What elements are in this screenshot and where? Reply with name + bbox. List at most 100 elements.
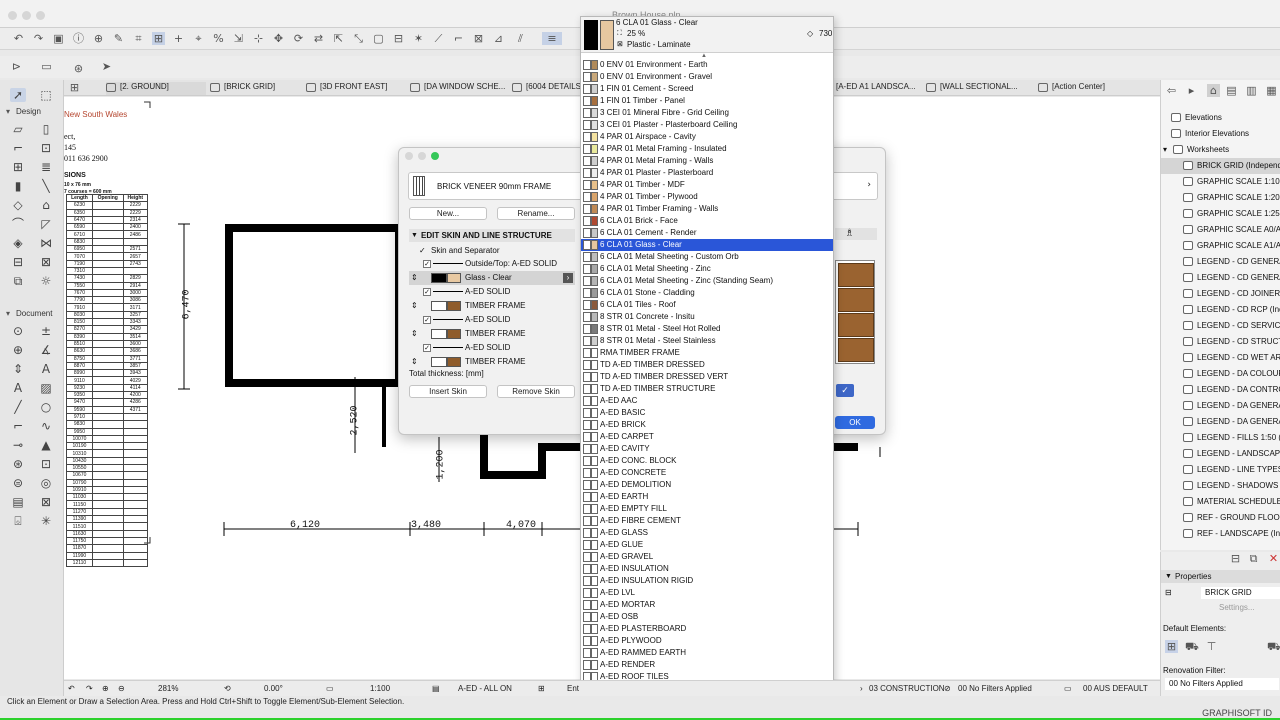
surface-menu-item[interactable]: TD A-ED TIMBER DRESSED xyxy=(581,359,833,371)
rotate-icon[interactable]: ⟳ xyxy=(292,32,305,45)
surface-menu-item[interactable]: 6 CLA 01 Brick - Face xyxy=(581,215,833,227)
navigator-item[interactable]: LEGEND - DA GENERA xyxy=(1161,414,1280,430)
level-dimension-tool[interactable]: ± xyxy=(38,324,54,338)
drag-handle-icon[interactable]: ⇕ xyxy=(411,355,418,369)
resize-icon[interactable]: ▢ xyxy=(372,32,385,45)
navigator-item[interactable]: ▾ Worksheets xyxy=(1161,142,1280,158)
window-tool[interactable]: ⊡ xyxy=(38,141,54,155)
wall-tool[interactable]: ▱ xyxy=(10,122,26,136)
surface-menu-item[interactable]: 4 PAR 01 Metal Framing - Insulated xyxy=(581,143,833,155)
railing-tool[interactable]: ⧉ xyxy=(10,274,26,288)
properties-header[interactable]: ▼ Properties xyxy=(1161,570,1280,583)
surface-menu-item[interactable]: 1 FIN 01 Cement - Screed xyxy=(581,83,833,95)
undo-icon[interactable]: ↶ xyxy=(12,32,25,45)
tab-3d-front-east[interactable]: [3D FRONT EAST] xyxy=(306,82,406,95)
detail-tool[interactable]: ▤ xyxy=(10,495,26,509)
navigator-item[interactable]: LEGEND - CD GENERA xyxy=(1161,254,1280,270)
figure-tool[interactable]: ▲ xyxy=(38,438,54,452)
surface-menu-item[interactable]: A-ED CONC. BLOCK xyxy=(581,455,833,467)
shell-tool[interactable]: ⌒ xyxy=(10,217,26,231)
layout-book-icon[interactable]: ▥ xyxy=(1245,84,1258,97)
surface-menu-item[interactable]: A-ED BASIC xyxy=(581,407,833,419)
column-tool[interactable]: ▯ xyxy=(38,122,54,136)
worksheet-tool[interactable]: ◎ xyxy=(38,476,54,490)
curtain-wall-tool[interactable]: ⊞ xyxy=(10,160,26,174)
label-default-icon[interactable]: ⊤ xyxy=(1205,640,1218,653)
change-tool[interactable]: ⊠ xyxy=(38,495,54,509)
mark-icon[interactable]: ⌗ xyxy=(132,32,145,45)
beam-tool[interactable]: ╲ xyxy=(38,179,54,193)
navigator-item[interactable]: LEGEND - CD RCP (Ind xyxy=(1161,302,1280,318)
project-map-icon[interactable]: ⌂ xyxy=(1207,84,1220,97)
slab-tool[interactable]: ◇ xyxy=(10,198,26,212)
edit-icon[interactable]: ✎ xyxy=(112,32,125,45)
navigator-item[interactable]: LEGEND - FILLS 1:50 ( xyxy=(1161,430,1280,446)
navigator-item[interactable]: LEGEND - LINE TYPES xyxy=(1161,462,1280,478)
split-icon[interactable]: ⊟ xyxy=(392,32,405,45)
navigator-item[interactable]: LEGEND - CD JOINERY xyxy=(1161,286,1280,302)
arrow-tool[interactable]: ➚ xyxy=(10,88,26,102)
surface-menu-item[interactable]: 4 PAR 01 Timber - MDF xyxy=(581,179,833,191)
arrow-tool-icon[interactable]: ➤ xyxy=(100,60,113,73)
tab-ground[interactable]: [2. GROUND] xyxy=(106,82,206,95)
settings-button[interactable]: Settings... xyxy=(1219,603,1255,612)
surface-menu-item[interactable]: A-ED GLASS xyxy=(581,527,833,539)
stair-tool[interactable]: ≣ xyxy=(38,160,54,174)
line-tool[interactable]: ╱ xyxy=(10,400,26,414)
magic-wand-icon[interactable]: ✶ xyxy=(412,32,425,45)
surface-menu-item[interactable]: 6 CLA 01 Metal Sheeting - Custom Orb xyxy=(581,251,833,263)
line-type-icon[interactable]: ≡ xyxy=(542,32,562,45)
close-window-button[interactable] xyxy=(8,11,17,20)
zoom-window-button[interactable] xyxy=(36,11,45,20)
surface-menu-item[interactable]: 1 FIN 01 Timber - Panel xyxy=(581,95,833,107)
dialog-zoom-button[interactable] xyxy=(431,152,439,160)
navigator-item[interactable]: GRAPHIC SCALE 1:250 xyxy=(1161,206,1280,222)
surface-menu-item[interactable]: 6 CLA 01 Cement - Render xyxy=(581,227,833,239)
surface-menu-item[interactable]: A-ED MORTAR xyxy=(581,599,833,611)
layer-combination[interactable]: A-ED - ALL ON xyxy=(458,684,512,693)
skin-row[interactable]: ⇕ TIMBER FRAME xyxy=(409,355,575,369)
zoom-out-icon[interactable]: ↶ xyxy=(68,684,75,693)
navigator-item[interactable]: GRAPHIC SCALE A1/A3 xyxy=(1161,238,1280,254)
panel-popout-icon[interactable]: ⧉ xyxy=(1247,552,1260,565)
fill-tool[interactable]: ▨ xyxy=(38,381,54,395)
surface-menu-item[interactable]: 6 CLA 01 Tiles - Roof xyxy=(581,299,833,311)
skin-surface-swatch[interactable] xyxy=(447,301,461,311)
move-icon[interactable]: ✥ xyxy=(272,32,285,45)
surface-menu-item[interactable]: 4 PAR 01 Metal Framing - Walls xyxy=(581,155,833,167)
skin-line-checkbox[interactable]: ✓ xyxy=(423,344,431,352)
section-tool[interactable]: ⊛ xyxy=(10,457,26,471)
navigator-item[interactable]: LEGEND - LANDSCAPE xyxy=(1161,446,1280,462)
surface-menu-item[interactable]: 4 PAR 01 Timber Framing - Walls xyxy=(581,203,833,215)
drag-handle-icon[interactable]: ⇕ xyxy=(411,271,418,285)
model-view-value[interactable]: Ent xyxy=(567,684,579,693)
skin-surface-swatch[interactable] xyxy=(447,273,461,283)
navigator-item[interactable]: REF - GROUND FLOOR xyxy=(1161,510,1280,526)
skin-row[interactable]: ✓ A-ED SOLID xyxy=(409,285,575,299)
surface-menu-item[interactable]: A-ED CARPET xyxy=(581,431,833,443)
skin-row[interactable]: ✓ A-ED SOLID xyxy=(409,313,575,327)
ok-button[interactable]: OK xyxy=(835,416,875,429)
back-icon[interactable]: ▸ xyxy=(1185,84,1198,97)
zoom-reset-icon[interactable]: ↷ xyxy=(86,684,93,693)
surface-menu-item[interactable]: A-ED GRAVEL xyxy=(581,551,833,563)
drag-handle-icon[interactable]: ⇕ xyxy=(411,327,418,341)
edit-skin-section-header[interactable]: ▼ EDIT SKIN AND LINE STRUCTURE xyxy=(409,229,575,242)
percent-icon[interactable]: % xyxy=(212,32,225,45)
drag-icon[interactable]: ⇱ xyxy=(332,32,345,45)
zoom-in-icon[interactable]: ⊕ xyxy=(102,684,109,693)
extra-default-icon[interactable]: ⛟ xyxy=(1267,640,1280,653)
trim-icon[interactable]: ⟋ xyxy=(432,32,445,45)
circle-tool[interactable]: ○ xyxy=(38,400,54,414)
surface-menu-item[interactable]: RMA TIMBER FRAME xyxy=(581,347,833,359)
remove-skin-button[interactable]: Remove Skin xyxy=(497,385,575,398)
preview-check-button[interactable]: ✓ xyxy=(836,384,854,397)
skin-line-checkbox[interactable]: ✓ xyxy=(423,288,431,296)
surface-menu-item[interactable]: 8 STR 01 Metal - Steel Hot Rolled xyxy=(581,323,833,335)
save-icon[interactable]: ▣ xyxy=(52,32,65,45)
wall-default-icon[interactable]: ⊞ xyxy=(1165,640,1178,653)
object-default-icon[interactable]: ⛟ xyxy=(1185,640,1199,653)
navigator-item[interactable]: REF - LANDSCAPE (Inc xyxy=(1161,526,1280,542)
elevation-tool[interactable]: ⊡ xyxy=(38,457,54,471)
surface-menu-item[interactable]: A-ED GLUE xyxy=(581,539,833,551)
